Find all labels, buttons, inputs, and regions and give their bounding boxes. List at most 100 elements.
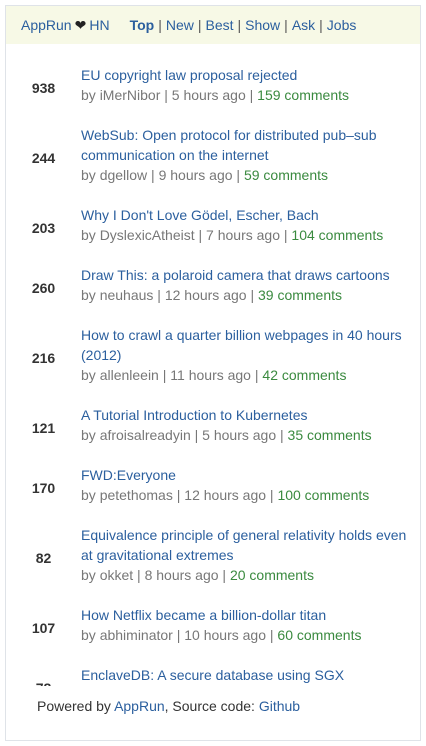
meta-sep: | — [133, 567, 145, 583]
meta-sep: | — [158, 367, 171, 383]
story-user: dgellow — [99, 167, 148, 183]
story-meta: by iMerNibor | 5 hours ago | 159 comment… — [81, 85, 408, 105]
story-time: 12 hours ago — [164, 287, 247, 303]
nav-separator: | — [237, 17, 242, 33]
story-user: DyslexicAtheist — [99, 227, 195, 243]
top-bar: AppRun ❤ HN Top | New | Best | Show | As… — [6, 6, 420, 44]
nav-top[interactable]: Top — [130, 17, 155, 33]
story-item: 78 EnclaveDB: A secure database using SG… — [6, 658, 420, 686]
app-frame: AppRun ❤ HN Top | New | Best | Show | As… — [5, 5, 421, 741]
nav-show[interactable]: Show — [245, 17, 280, 33]
story-comments[interactable]: 42 comments — [262, 367, 346, 383]
meta-sep: | — [266, 487, 278, 503]
story-comments[interactable]: 20 comments — [230, 567, 314, 583]
brand-link[interactable]: AppRun ❤ HN — [21, 17, 110, 34]
story-title[interactable]: FWD:Everyone — [81, 465, 408, 485]
story-comments[interactable]: 104 comments — [291, 227, 383, 243]
story-comments[interactable]: 35 comments — [288, 427, 372, 443]
nav-separator: | — [197, 17, 202, 33]
meta-by: by — [81, 167, 100, 183]
story-title[interactable]: How Netflix became a billion-dollar tita… — [81, 605, 408, 625]
story-time: 8 hours ago — [144, 567, 219, 583]
footer-github-link[interactable]: Github — [259, 698, 300, 714]
story-score: 260 — [31, 280, 56, 296]
meta-by: by — [81, 567, 100, 583]
story-title[interactable]: A Tutorial Introduction to Kubernetes — [81, 405, 408, 425]
story-user: iMerNibor — [99, 87, 161, 103]
nav-ask[interactable]: Ask — [292, 17, 315, 33]
nav-separator: | — [284, 17, 288, 33]
story-comments[interactable]: 39 comments — [258, 287, 342, 303]
nav-new[interactable]: New — [166, 17, 194, 33]
nav-separator: | — [319, 17, 323, 33]
story-meta: by okket | 8 hours ago | 20 comments — [81, 565, 408, 585]
story-user: neuhaus — [99, 287, 154, 303]
story-score: 82 — [35, 550, 52, 566]
story-item: 107 How Netflix became a billion-dollar … — [6, 598, 420, 658]
story-title[interactable]: EU copyright law proposal rejected — [81, 65, 408, 85]
story-body: EU copyright law proposal rejected by iM… — [81, 58, 420, 118]
story-score: 244 — [31, 150, 56, 166]
story-body: FWD:Everyone by petethomas | 12 hours ag… — [81, 458, 420, 518]
meta-sep: | — [250, 367, 263, 383]
meta-sep: | — [279, 227, 292, 243]
story-title[interactable]: WebSub: Open protocol for distributed pu… — [81, 125, 408, 165]
story-score: 203 — [31, 220, 56, 236]
story-score: 938 — [31, 80, 56, 96]
nav-menu: Top | New | Best | Show | Ask | Jobs — [130, 17, 357, 33]
story-score: 216 — [31, 350, 56, 366]
story-time: 11 hours ago — [170, 367, 251, 383]
story-body: Equivalence principle of general relativ… — [81, 518, 420, 598]
meta-sep: | — [232, 167, 244, 183]
story-comments[interactable]: 159 comments — [257, 87, 349, 103]
story-body: WebSub: Open protocol for distributed pu… — [81, 118, 420, 198]
meta-sep: | — [172, 627, 185, 643]
story-time: 7 hours ago — [206, 227, 280, 243]
story-title[interactable]: Why I Don't Love Gödel, Escher, Bach — [81, 205, 408, 225]
meta-sep: | — [190, 427, 203, 443]
story-meta: by abhiminator | 10 hours ago | 60 comme… — [81, 625, 408, 645]
meta-sep: | — [246, 287, 258, 303]
footer-apprun-link[interactable]: AppRun — [114, 698, 165, 714]
nav-best[interactable]: Best — [205, 17, 233, 33]
meta-by: by — [81, 287, 100, 303]
story-body: A Tutorial Introduction to Kubernetes by… — [81, 398, 420, 458]
story-title[interactable]: How to crawl a quarter billion webpages … — [81, 325, 408, 365]
meta-by: by — [81, 627, 100, 643]
meta-by: by — [81, 367, 100, 383]
story-item: 82 Equivalence principle of general rela… — [6, 518, 420, 598]
meta-sep: | — [172, 487, 185, 503]
story-item: 244 WebSub: Open protocol for distribute… — [6, 118, 420, 198]
story-item: 203 Why I Don't Love Gödel, Escher, Bach… — [6, 198, 420, 258]
footer-powered-by: Powered by — [37, 698, 111, 714]
meta-sep: | — [266, 627, 278, 643]
story-title[interactable]: EnclaveDB: A secure database using SGX — [81, 665, 408, 685]
story-time: 10 hours ago — [184, 627, 266, 643]
story-meta: by dgellow | 9 hours ago | 59 comments — [81, 165, 408, 185]
heart-icon: ❤ — [74, 16, 87, 33]
story-score: 170 — [31, 480, 56, 496]
meta-by: by — [81, 427, 100, 443]
story-user: okket — [99, 567, 134, 583]
story-comments[interactable]: 100 comments — [277, 487, 369, 503]
story-user: abhiminator — [99, 627, 173, 643]
meta-sep: | — [147, 167, 159, 183]
footer-source-code: , Source code: — [164, 698, 255, 714]
meta-sep: | — [245, 87, 258, 103]
story-meta: by neuhaus | 12 hours ago | 39 comments — [81, 285, 408, 305]
brand-hn: HN — [89, 17, 110, 33]
story-user: petethomas — [99, 487, 173, 503]
story-time: 12 hours ago — [184, 487, 267, 503]
story-score: 121 — [31, 420, 56, 436]
story-body: Draw This: a polaroid camera that draws … — [81, 258, 420, 318]
nav-jobs[interactable]: Jobs — [327, 17, 357, 33]
story-title[interactable]: Draw This: a polaroid camera that draws … — [81, 265, 408, 285]
story-comments[interactable]: 59 comments — [244, 167, 328, 183]
meta-by: by — [81, 487, 100, 503]
story-title[interactable]: Equivalence principle of general relativ… — [81, 525, 408, 565]
story-list[interactable]: 938 EU copyright law proposal rejected b… — [6, 58, 420, 686]
story-time: 9 hours ago — [158, 167, 233, 183]
story-item: 121 A Tutorial Introduction to Kubernete… — [6, 398, 420, 458]
story-item: 260 Draw This: a polaroid camera that dr… — [6, 258, 420, 318]
story-comments[interactable]: 60 comments — [277, 627, 361, 643]
